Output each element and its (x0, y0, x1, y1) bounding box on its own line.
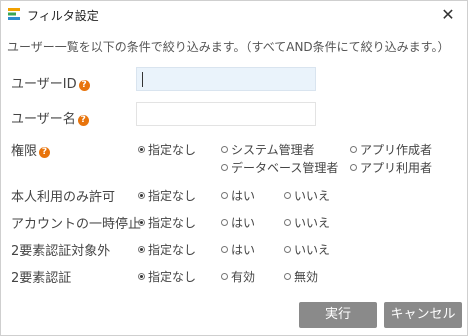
permission-option-unspecified[interactable]: 指定なし (138, 141, 196, 158)
user-name-label: ユーザー名? (11, 108, 89, 127)
radio-icon (284, 192, 291, 199)
permission-option-app-user[interactable]: アプリ利用者 (350, 159, 432, 176)
option-label: アプリ利用者 (360, 161, 433, 175)
option-label: 指定なし (148, 216, 197, 230)
permission-label: 権限? (11, 140, 51, 159)
option-label: はい (231, 189, 256, 203)
option-label: 指定なし (148, 143, 197, 157)
permission-option-db-admin[interactable]: データベース管理者 (221, 159, 338, 176)
option-label: 指定なし (148, 189, 197, 203)
text-caret (142, 72, 143, 87)
title-bar: フィルタ設定 ✕ (1, 1, 467, 29)
radio-selected-icon (138, 246, 145, 253)
two-factor-exempt-option-unspecified[interactable]: 指定なし (138, 241, 196, 258)
radio-icon (284, 219, 291, 226)
radio-icon (221, 246, 228, 253)
option-label: いいえ (294, 243, 331, 257)
window-title: フィルタ設定 (27, 9, 99, 23)
option-label: 無効 (294, 270, 319, 284)
permission-option-app-creator[interactable]: アプリ作成者 (350, 141, 432, 158)
radio-icon (350, 164, 357, 171)
user-name-label-text: ユーザー名 (11, 112, 76, 127)
radio-icon (284, 246, 291, 253)
suspension-option-no[interactable]: いいえ (284, 214, 330, 231)
two-factor-exempt-label: 2要素認証対象外 (11, 244, 111, 259)
radio-icon (221, 219, 228, 226)
help-icon[interactable]: ? (77, 115, 89, 126)
radio-selected-icon (138, 219, 145, 226)
user-id-label-text: ユーザーID (11, 77, 77, 92)
two-factor-exempt-option-no[interactable]: いいえ (284, 241, 330, 258)
option-label: 指定なし (148, 243, 197, 257)
option-label: いいえ (294, 216, 331, 230)
close-button[interactable]: ✕ (437, 4, 459, 26)
filter-description: ユーザー一覧を以下の条件で絞り込みます。（すべてAND条件にて絞り込みます。） (7, 40, 450, 54)
two-factor-option-unspecified[interactable]: 指定なし (138, 268, 196, 285)
self-use-option-yes[interactable]: はい (221, 187, 255, 204)
option-label: 有効 (231, 270, 256, 284)
account-suspension-label: アカウントの一時停止 (11, 217, 142, 232)
self-use-option-no[interactable]: いいえ (284, 187, 330, 204)
option-label: はい (231, 216, 256, 230)
radio-icon (350, 146, 357, 153)
app-logo-icon (7, 7, 21, 21)
option-label: アプリ作成者 (360, 143, 433, 157)
radio-icon (221, 164, 228, 171)
radio-icon (221, 273, 228, 280)
radio-selected-icon (138, 273, 145, 280)
two-factor-option-disabled[interactable]: 無効 (284, 268, 318, 285)
radio-selected-icon (138, 192, 145, 199)
two-factor-exempt-option-yes[interactable]: はい (221, 241, 255, 258)
user-name-input[interactable] (136, 102, 316, 126)
two-factor-auth-label: 2要素認証 (11, 271, 72, 286)
option-label: 指定なし (148, 270, 197, 284)
cancel-button[interactable]: キャンセル (384, 302, 462, 328)
filter-settings-dialog: フィルタ設定 ✕ ユーザー一覧を以下の条件で絞り込みます。（すべてAND条件にて… (0, 0, 468, 336)
user-id-input[interactable] (136, 67, 316, 91)
radio-icon (221, 192, 228, 199)
two-factor-option-enabled[interactable]: 有効 (221, 268, 255, 285)
self-use-only-label: 本人利用のみ許可 (11, 190, 116, 205)
option-label: システム管理者 (231, 143, 315, 157)
suspension-option-unspecified[interactable]: 指定なし (138, 214, 196, 231)
radio-icon (221, 146, 228, 153)
permission-label-text: 権限 (11, 144, 38, 159)
radio-selected-icon (138, 146, 145, 153)
execute-button[interactable]: 実行 (299, 302, 377, 328)
option-label: はい (231, 243, 256, 257)
permission-option-system-admin[interactable]: システム管理者 (221, 141, 315, 158)
option-label: データベース管理者 (231, 161, 339, 175)
help-icon[interactable]: ? (39, 147, 51, 158)
help-icon[interactable]: ? (78, 80, 90, 91)
radio-icon (284, 273, 291, 280)
self-use-option-unspecified[interactable]: 指定なし (138, 187, 196, 204)
user-id-label: ユーザーID? (11, 73, 90, 92)
suspension-option-yes[interactable]: はい (221, 214, 255, 231)
option-label: いいえ (294, 189, 331, 203)
